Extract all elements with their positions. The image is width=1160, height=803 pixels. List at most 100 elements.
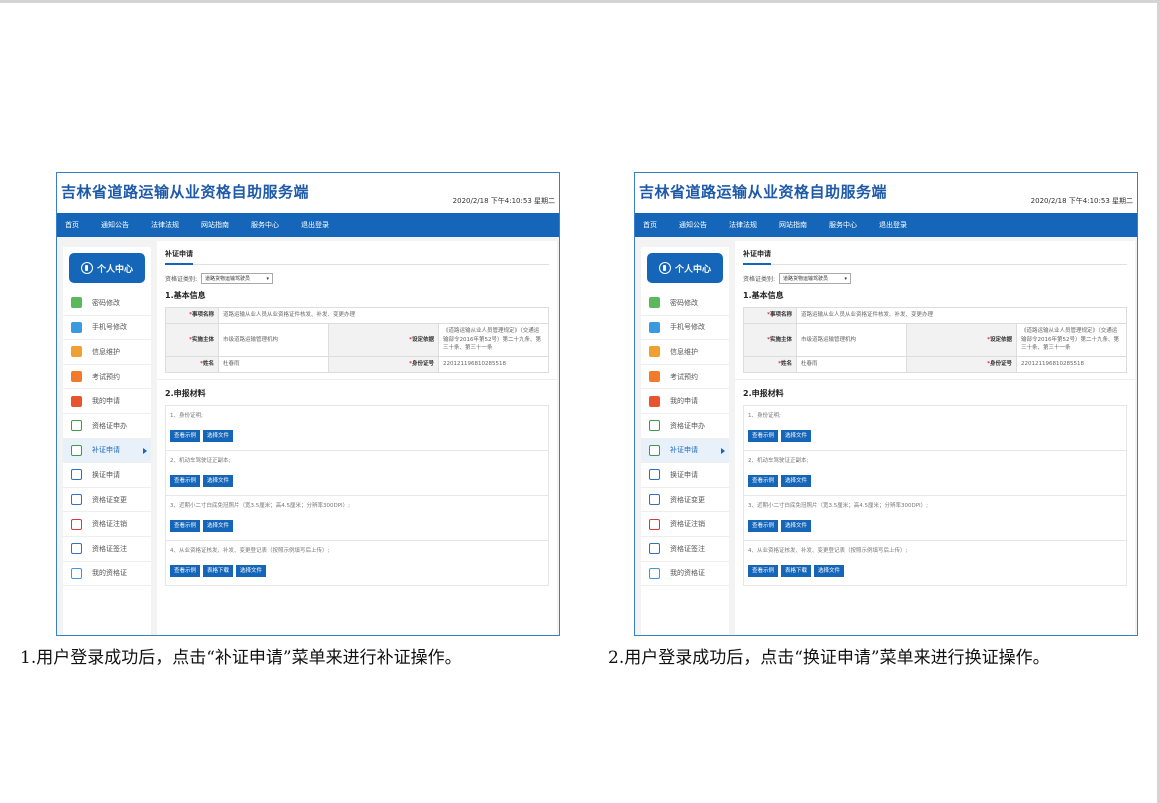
nav-item[interactable]: 网站指南 — [779, 220, 807, 230]
nav-item[interactable]: 首页 — [643, 220, 657, 230]
screenshot-replace: 吉林省道路运输从业资格自助服务端 2020/2/18 下午4:10:53 星期二… — [634, 172, 1138, 636]
material-action-button[interactable]: 查看示例 — [170, 519, 201, 532]
material-action-button[interactable]: 表格下载 — [781, 564, 812, 577]
sidebar-item[interactable]: 手机号修改 — [63, 316, 151, 341]
sidebar-item[interactable]: 信息维护 — [63, 340, 151, 365]
nav-item[interactable]: 网站指南 — [201, 220, 229, 230]
sidebar: 个人中心 密码修改 手机号修改 信息维护 考试预约 我的申请 资格证申办 补证申请 换证申请资… — [63, 247, 151, 635]
sidebar-item[interactable]: 资格证变更 — [641, 488, 729, 513]
sidebar-item[interactable]: 密码修改 — [63, 291, 151, 316]
material-action-button[interactable]: 查看示例 — [748, 474, 779, 487]
sidebar-item[interactable]: 信息维护 — [641, 340, 729, 365]
sidebar-item[interactable]: 考试预约 — [63, 365, 151, 390]
sidebar-item[interactable]: 密码修改 — [641, 291, 729, 316]
user-center-header[interactable]: 个人中心 — [69, 253, 145, 283]
sidebar-item[interactable]: 换证申请 — [641, 463, 729, 488]
material-action-button[interactable]: 查看示例 — [748, 429, 779, 442]
material-item: 3、近期小二寸白底免冠照片（宽3.5厘米；高4.5厘米；分辨率300DPI）; 查… — [743, 494, 1127, 540]
material-action-button[interactable]: 查看示例 — [748, 564, 779, 577]
sidebar-item-label: 我的资格证 — [670, 569, 705, 578]
material-action-button[interactable]: 选择文件 — [203, 429, 234, 442]
caption-reissue: 1.用户登录成功后，点击“补证申请”菜单来进行补证操作。 — [20, 648, 462, 668]
id-number-label: *身份证号 — [328, 356, 439, 373]
basic-info-table: *事项名称 道路运输从业人员从业资格证件核发、补发、变更办理 *实施主体 市级道… — [743, 307, 1127, 373]
sidebar-item[interactable]: 手机号修改 — [641, 316, 729, 341]
section-separator — [157, 378, 557, 380]
cert-type-label: 资格证类别: — [165, 276, 198, 283]
material-action-button[interactable]: 查看示例 — [170, 564, 201, 577]
site-title: 吉林省道路运输从业资格自助服务端 — [639, 183, 888, 201]
nav-item[interactable]: 首页 — [65, 220, 79, 230]
tab-divider — [743, 264, 1127, 265]
screenshot-reissue: 吉林省道路运输从业资格自助服务端 2020/2/18 下午4:10:53 星期二… — [56, 172, 560, 636]
material-action-button[interactable]: 查看示例 — [748, 519, 779, 532]
nav-item[interactable]: 法律法规 — [151, 220, 179, 230]
material-label: 4、从业资格证核发、补发、变更登记表（按照示例填写后上传）; — [748, 547, 908, 554]
sidebar-item[interactable]: 考试预约 — [641, 365, 729, 390]
material-item: 4、从业资格证核发、补发、变更登记表（按照示例填写后上传）; 查看示例 表格下载 选择… — [743, 539, 1127, 586]
materials-list: 1、身份证明; 查看示例 选择文件 2、机动车驾驶证正副本; 查看示例 选择文件 3、近期小… — [743, 404, 1127, 586]
site-header: 吉林省道路运输从业资格自助服务端 2020/2/18 下午4:10:53 星期二 — [635, 173, 1137, 213]
sidebar-item[interactable]: 换证申请 — [63, 463, 151, 488]
material-action-button[interactable]: 选择文件 — [814, 564, 845, 577]
material-action-button[interactable]: 选择文件 — [236, 564, 267, 577]
nav-item[interactable]: 服务中心 — [829, 220, 857, 230]
edit-icon — [71, 321, 82, 333]
impl-label: *实施主体 — [165, 322, 219, 358]
material-action-button[interactable]: 选择文件 — [781, 429, 812, 442]
edit-icon — [649, 321, 660, 333]
bell-icon — [71, 395, 82, 407]
nav-item[interactable]: 服务中心 — [251, 220, 279, 230]
material-buttons: 查看示例 选择文件 — [748, 512, 1122, 540]
nav-item[interactable]: 退出登录 — [301, 220, 329, 230]
sidebar-item[interactable]: 资格证签注 — [641, 537, 729, 562]
info-row: *事项名称 道路运输从业人员从业资格证件核发、补发、变更办理 — [165, 307, 549, 324]
sidebar-item[interactable]: 资格证申办 — [641, 414, 729, 439]
nav-item[interactable]: 通知公告 — [101, 220, 129, 230]
sidebar-item[interactable]: 资格证申办 — [63, 414, 151, 439]
cert-type-select[interactable]: 道路货物运输驾驶员 ▾ — [201, 273, 274, 284]
cert-type-select[interactable]: 道路货物运输驾驶员 ▾ — [779, 273, 852, 284]
material-action-button[interactable]: 选择文件 — [203, 519, 234, 532]
sidebar-item-label: 资格证申办 — [92, 421, 127, 430]
material-item: 1、身份证明; 查看示例 选择文件 — [165, 404, 549, 450]
sidebar-item[interactable]: 补证申请 — [63, 438, 151, 464]
nav-item[interactable]: 退出登录 — [879, 220, 907, 230]
material-item: 3、近期小二寸白底免冠照片（宽3.5厘米；高4.5厘米；分辨率300DPI）; 查… — [165, 494, 549, 540]
material-label: 4、从业资格证核发、补发、变更登记表（按照示例填写后上传）; — [170, 547, 330, 554]
main-panel: 补证申请 资格证类别: 道路货物运输驾驶员 ▾ 1.基本信息 *事项名称 道路运… — [157, 241, 557, 635]
material-action-button[interactable]: 查看示例 — [170, 429, 201, 442]
certificate-icon — [71, 444, 82, 456]
material-buttons: 查看示例 选择文件 — [170, 512, 544, 540]
nav-item[interactable]: 法律法规 — [729, 220, 757, 230]
sidebar-item[interactable]: 资格证注销 — [641, 512, 729, 537]
material-action-button[interactable]: 表格下载 — [203, 564, 234, 577]
sidebar-item[interactable]: 我的资格证 — [63, 562, 151, 587]
tab-reissue[interactable]: 补证申请 — [165, 241, 193, 265]
site-title: 吉林省道路运输从业资格自助服务端 — [61, 183, 310, 201]
sidebar-item-label: 补证申请 — [92, 446, 120, 455]
user-center-header[interactable]: 个人中心 — [647, 253, 723, 283]
tab-reissue[interactable]: 补证申请 — [743, 241, 771, 265]
material-action-button[interactable]: 查看示例 — [170, 474, 201, 487]
current-datetime: 2020/2/18 下午4:10:53 星期二 — [452, 197, 555, 205]
caret-down-icon: ▾ — [266, 275, 270, 282]
sidebar-item[interactable]: 我的申请 — [641, 389, 729, 414]
material-item: 1、身份证明; 查看示例 选择文件 — [743, 404, 1127, 450]
folder-icon — [71, 346, 82, 358]
material-action-button[interactable]: 选择文件 — [781, 519, 812, 532]
id-card-icon — [71, 567, 82, 579]
impl-value: 市级道路运输管理机构 — [796, 322, 907, 358]
nav-item[interactable]: 通知公告 — [679, 220, 707, 230]
item-name-label: *事项名称 — [743, 307, 797, 324]
top-nav: 首页 通知公告 法律法规 网站指南 服务中心 退出登录 — [57, 213, 559, 237]
sidebar-item[interactable]: 我的申请 — [63, 389, 151, 414]
sidebar-item[interactable]: 资格证签注 — [63, 537, 151, 562]
sidebar-item[interactable]: 补证申请 — [641, 438, 729, 464]
sidebar-item[interactable]: 资格证变更 — [63, 488, 151, 513]
sidebar-item[interactable]: 资格证注销 — [63, 512, 151, 537]
material-action-button[interactable]: 选择文件 — [203, 474, 234, 487]
material-action-button[interactable]: 选择文件 — [781, 474, 812, 487]
folder-icon — [649, 346, 660, 358]
sidebar-item[interactable]: 我的资格证 — [641, 562, 729, 587]
